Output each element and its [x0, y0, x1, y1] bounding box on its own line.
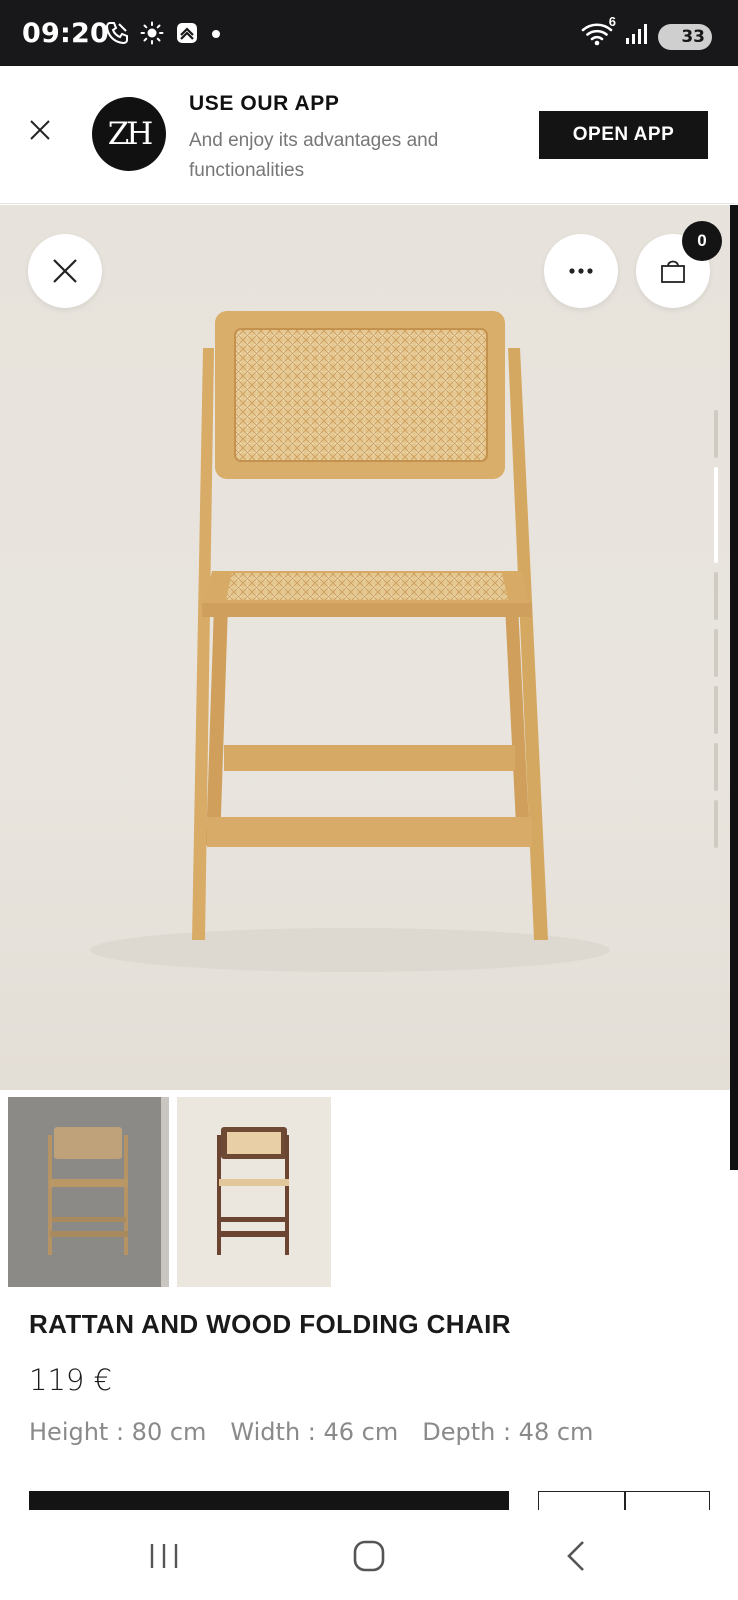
pagination-dot[interactable] [714, 800, 718, 848]
chair-illustration [0, 311, 730, 1090]
quantity-divider [624, 1492, 626, 1512]
product-page: 09:20 6 33 ZH USE OUR APP And enjoy its … [0, 0, 738, 1600]
dot-icon [210, 27, 222, 45]
more-options-button[interactable] [544, 234, 618, 308]
pagination-dot[interactable] [714, 410, 718, 458]
thumbnail-image-walnut [177, 1097, 331, 1287]
open-app-button[interactable]: OPEN APP [539, 111, 708, 159]
pagination-dot[interactable] [714, 572, 718, 620]
recent-apps-button[interactable] [134, 1530, 194, 1582]
product-thumbnail[interactable] [177, 1097, 331, 1287]
pagination-dot[interactable] [714, 629, 718, 677]
brand-logo: ZH [92, 97, 166, 171]
more-icon [569, 268, 593, 274]
banner-subtitle: And enjoy its advantages and functionali… [189, 130, 439, 181]
scroll-rail [730, 205, 738, 1170]
signal-icon [624, 22, 648, 51]
gallery-pagination [714, 410, 720, 857]
product-dimensions: Height : 80 cm Width : 46 cm Depth : 48 … [29, 1418, 593, 1446]
wifi-icon: 6 [580, 14, 616, 53]
status-time: 09:20 [22, 18, 109, 49]
status-icons-left [104, 20, 222, 51]
thumbnail-image-natural [8, 1097, 169, 1287]
quantity-selector[interactable] [538, 1491, 710, 1512]
product-main-image[interactable] [0, 205, 730, 1090]
shopping-bag-icon [661, 260, 685, 283]
close-product-button[interactable] [28, 234, 102, 308]
network-badge: 6 [608, 14, 616, 29]
recent-apps-icon [150, 1544, 178, 1568]
close-icon [53, 259, 77, 283]
back-button[interactable] [546, 1530, 606, 1582]
phone-call-icon [104, 20, 130, 51]
android-nav-bar [0, 1510, 738, 1600]
pagination-dot-active[interactable] [714, 467, 718, 563]
status-icons-right: 6 33 [580, 14, 712, 53]
cart-count-badge: 0 [682, 221, 722, 261]
brightness-icon [140, 21, 164, 50]
product-thumbnail[interactable] [8, 1097, 169, 1287]
banner-close-icon[interactable] [26, 116, 54, 144]
product-price: 119 € [29, 1363, 113, 1397]
dimension-height: Height : 80 cm [29, 1418, 207, 1446]
app-download-banner: ZH USE OUR APP And enjoy its advantages … [0, 66, 738, 204]
app-notification-icon [174, 20, 200, 51]
home-button[interactable] [339, 1530, 399, 1582]
battery-level: 33 [681, 26, 705, 47]
battery-icon: 33 [658, 23, 712, 50]
pagination-dot[interactable] [714, 686, 718, 734]
dimension-width: Width : 46 cm [230, 1418, 399, 1446]
pagination-dot[interactable] [714, 743, 718, 791]
home-icon [353, 1540, 385, 1572]
status-bar: 09:20 6 33 [0, 0, 738, 66]
dimension-depth: Depth : 48 cm [422, 1418, 594, 1446]
product-title: RATTAN AND WOOD FOLDING CHAIR [29, 1309, 511, 1339]
banner-title: USE OUR APP [189, 92, 340, 115]
add-to-bag-button[interactable] [29, 1491, 509, 1511]
back-icon [567, 1541, 584, 1571]
